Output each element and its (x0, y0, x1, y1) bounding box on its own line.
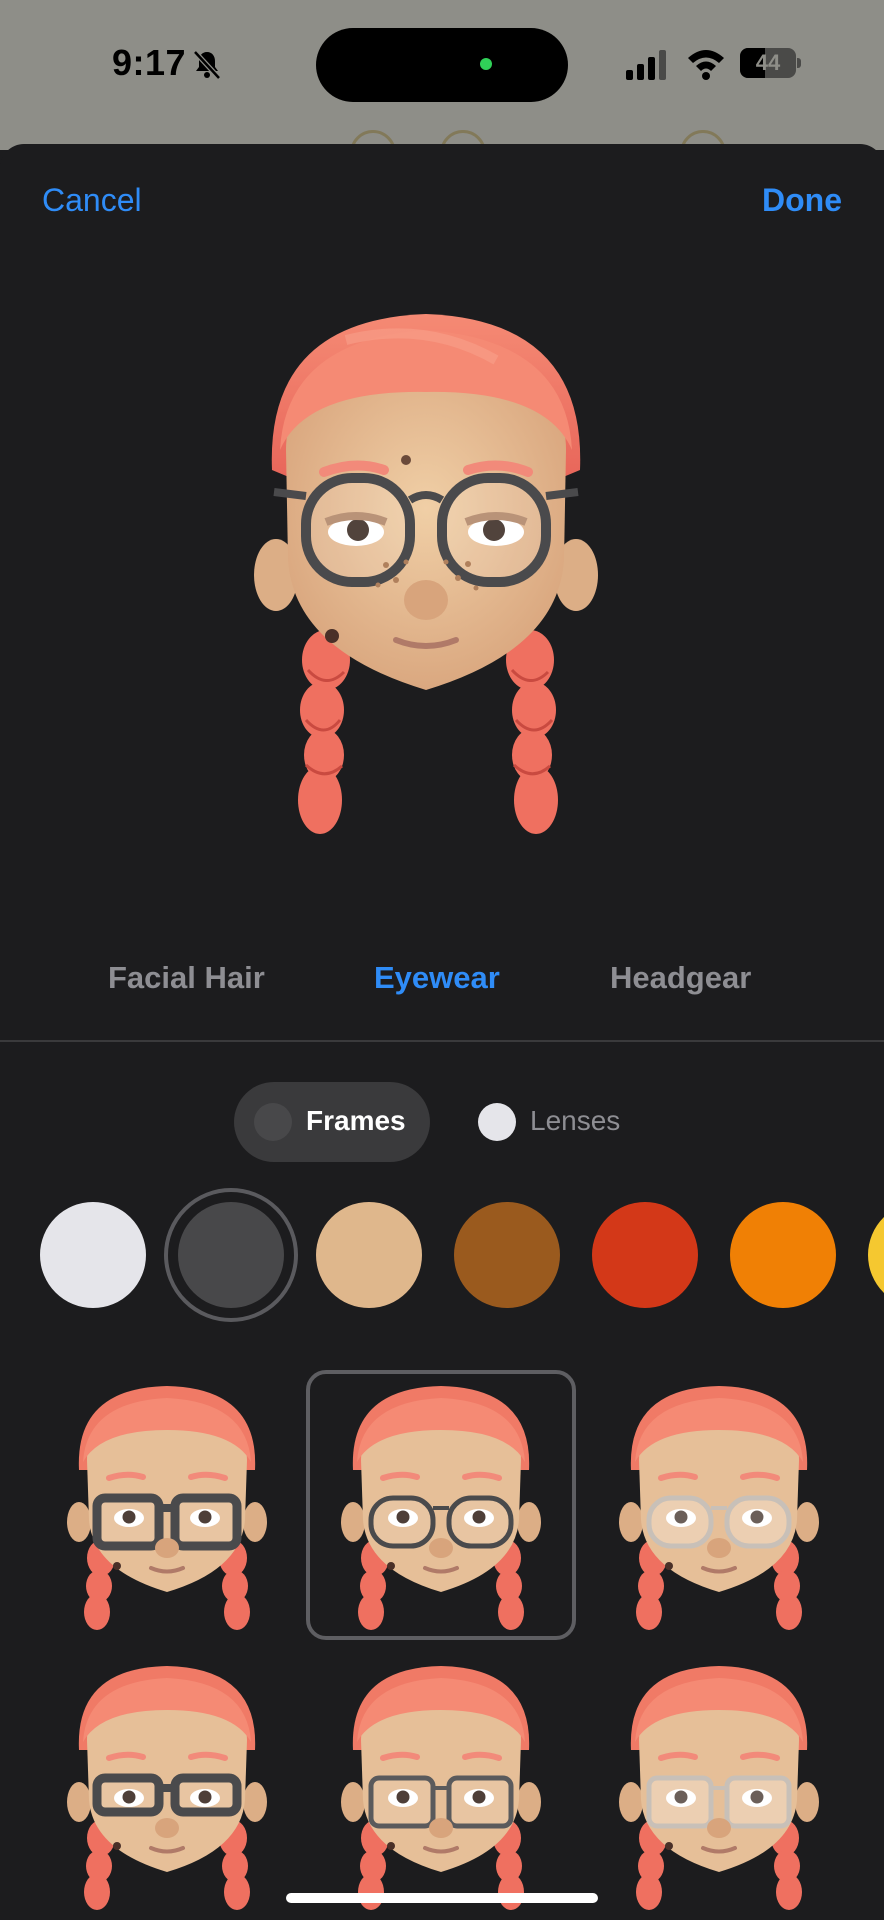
battery-percent: 44 (755, 50, 781, 75)
lenses-label: Lenses (530, 1105, 621, 1136)
eyewear-option[interactable] (306, 1370, 576, 1640)
color-swatch[interactable] (316, 1202, 422, 1308)
memoji-thumbnail (619, 1386, 819, 1630)
frame-color-picker (0, 1180, 884, 1330)
frames-label: Frames (306, 1105, 406, 1136)
done-button[interactable]: Done (762, 182, 842, 219)
lenses-color-dot (478, 1103, 516, 1141)
category-tabs: Facial Hair Eyewear Headgear (0, 960, 884, 1010)
color-swatch[interactable] (868, 1202, 884, 1308)
eyewear-option[interactable] (32, 1650, 302, 1920)
eyewear-option[interactable] (584, 1370, 854, 1640)
eyewear-option[interactable] (306, 1650, 576, 1920)
battery-icon: 44 (740, 48, 802, 80)
color-swatch[interactable] (454, 1202, 560, 1308)
eyewear-option[interactable] (32, 1370, 302, 1640)
tab-facial-hair[interactable]: Facial Hair (108, 960, 265, 996)
memoji-preview (254, 314, 598, 834)
memoji-thumbnail (619, 1666, 819, 1910)
memoji-thumbnail (341, 1386, 541, 1630)
cellular-signal-icon (626, 50, 666, 80)
color-swatch[interactable] (730, 1202, 836, 1308)
cancel-button[interactable]: Cancel (42, 182, 142, 219)
lenses-segment[interactable]: Lenses (470, 1082, 640, 1162)
tab-eyewear[interactable]: Eyewear (374, 960, 500, 996)
status-bar: 9:17 44 (0, 0, 884, 176)
divider (0, 1040, 884, 1042)
camera-indicator-dot (480, 58, 492, 70)
home-indicator[interactable] (286, 1893, 598, 1903)
memoji-thumbnail (67, 1386, 267, 1630)
dynamic-island (316, 28, 568, 102)
frames-color-dot (254, 1103, 292, 1141)
status-time: 9:17 (112, 42, 187, 83)
color-swatch[interactable] (178, 1202, 284, 1308)
frames-segment[interactable]: Frames (234, 1082, 430, 1162)
memoji-thumbnail (341, 1666, 541, 1910)
silent-bell-icon (193, 50, 221, 80)
eyewear-option[interactable] (584, 1650, 854, 1920)
tab-headgear[interactable]: Headgear (610, 960, 751, 996)
wifi-icon (688, 50, 724, 80)
memoji-thumbnail (67, 1666, 267, 1910)
color-swatch[interactable] (592, 1202, 698, 1308)
eyewear-options-grid (0, 1370, 884, 1920)
color-swatch[interactable] (40, 1202, 146, 1308)
